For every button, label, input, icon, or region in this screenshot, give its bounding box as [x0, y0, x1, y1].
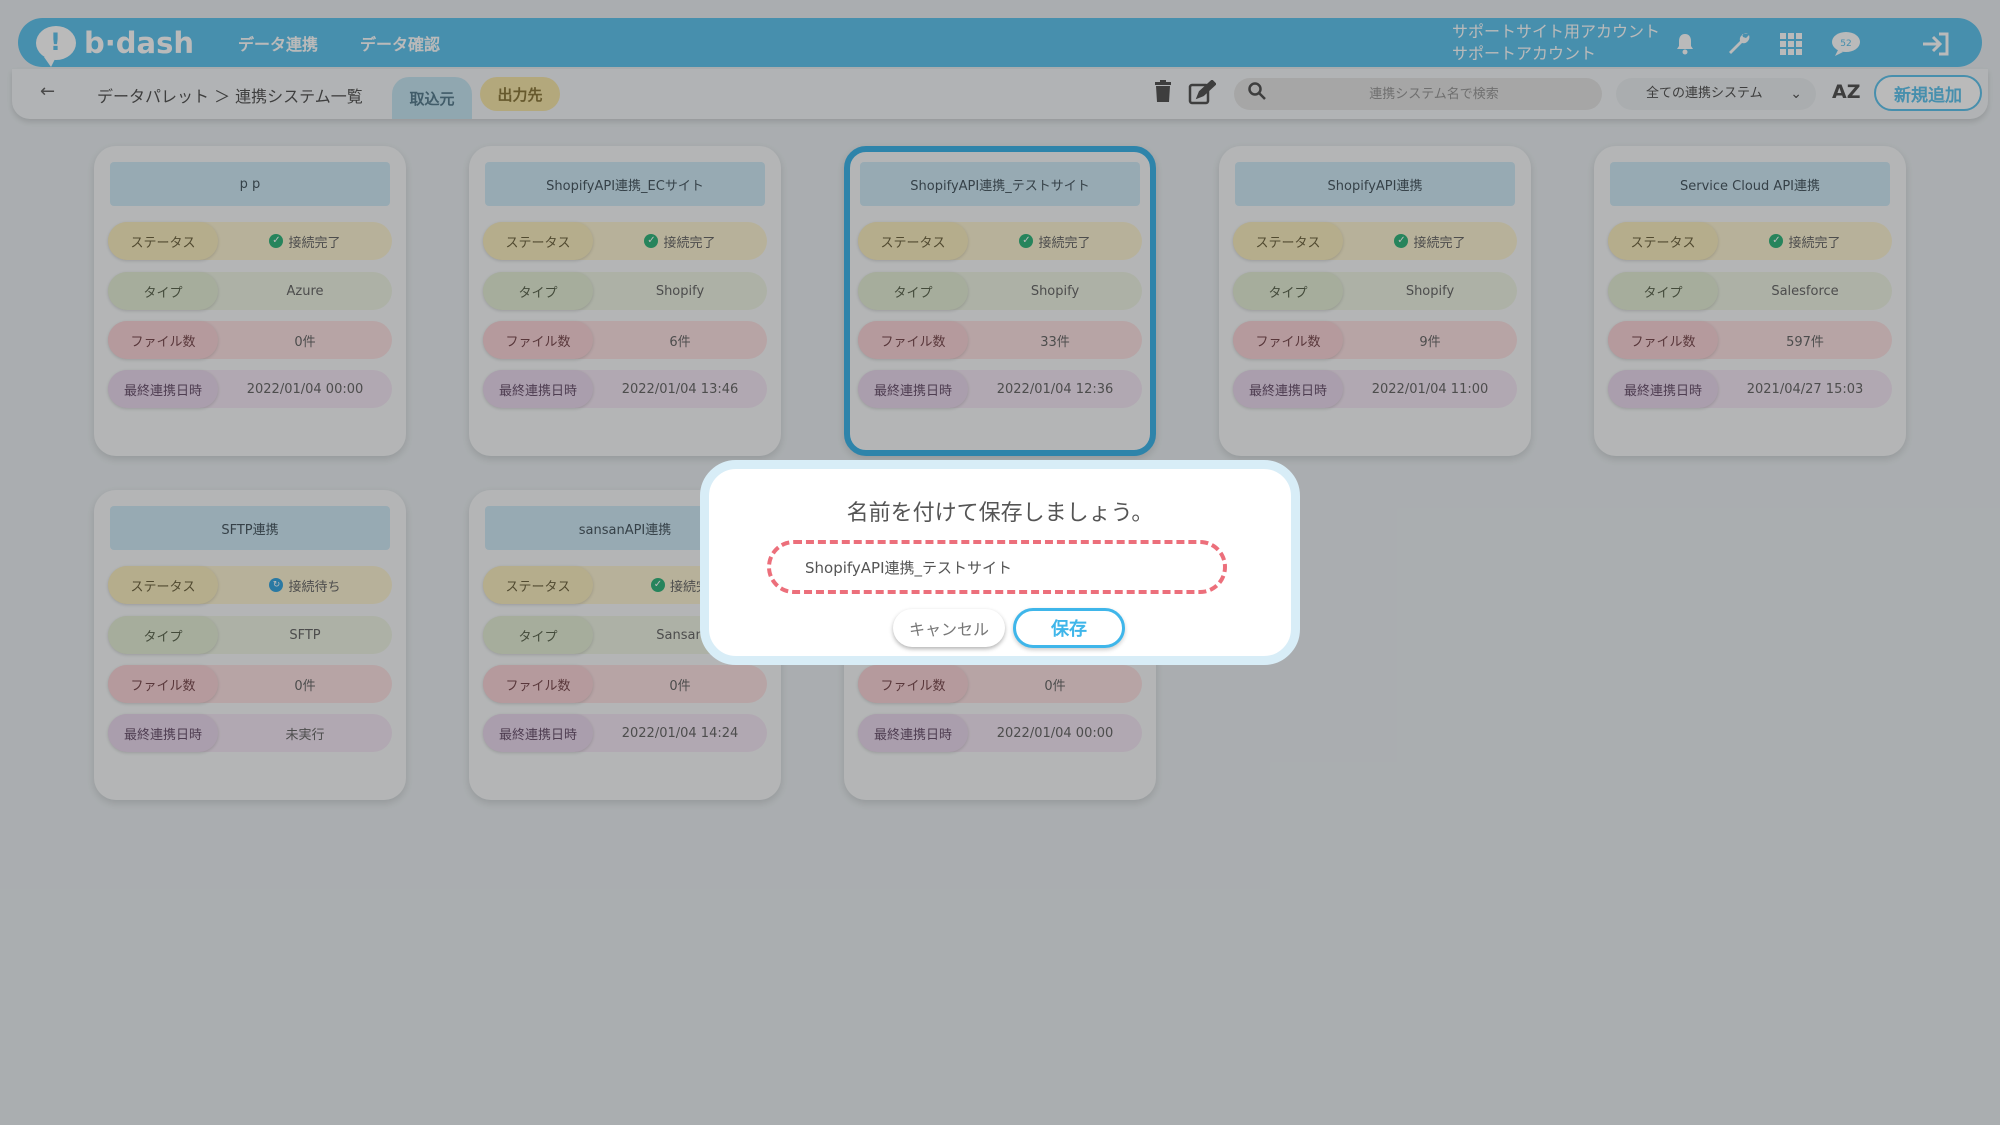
cancel-button[interactable]: キャンセル — [893, 609, 1005, 647]
save-name-dialog: 名前を付けて保存しましょう。 キャンセル 保存 — [700, 460, 1300, 665]
name-input[interactable] — [771, 544, 1223, 590]
dialog-title: 名前を付けて保存しましょう。 — [846, 501, 1154, 526]
save-button[interactable]: 保存 — [1013, 608, 1125, 648]
name-input-wrapper[interactable] — [767, 540, 1227, 594]
